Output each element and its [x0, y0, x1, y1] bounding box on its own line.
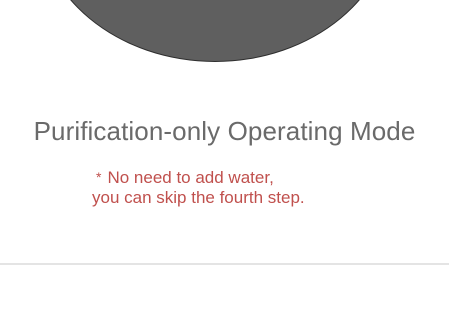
mode-screen: Purification-only Operating Mode * No nee…: [0, 0, 449, 318]
asterisk-marker: *: [96, 169, 102, 185]
purifier-device-illustration: [37, 0, 393, 62]
note-line-1-text: No need to add water,: [107, 168, 274, 187]
note-line-2: you can skip the fourth step.: [92, 188, 305, 207]
note-text: * No need to add water, you can skip the …: [92, 168, 305, 208]
divider: [0, 263, 449, 265]
note-line-1: * No need to add water,: [92, 168, 305, 188]
mode-title: Purification-only Operating Mode: [33, 116, 416, 146]
